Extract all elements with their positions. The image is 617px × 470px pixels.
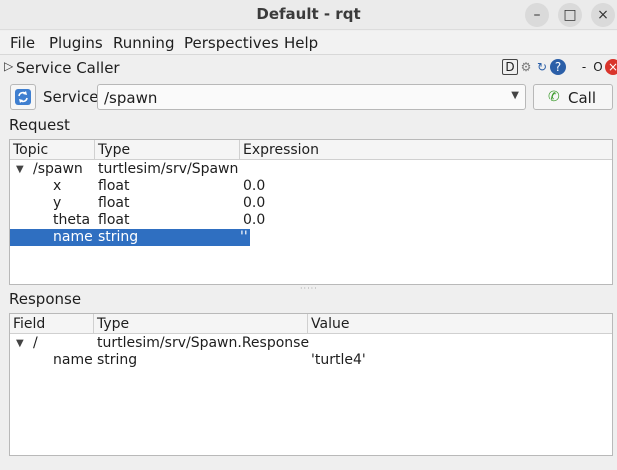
menu-help[interactable]: Help — [284, 34, 318, 52]
request-row-spawn[interactable]: ▼ /spawn turtlesim/srv/Spawn — [10, 161, 612, 178]
type-cell: turtlesim/srv/Spawn.Response — [97, 335, 310, 351]
service-label: Service — [43, 88, 99, 106]
topic-cell: y — [53, 195, 62, 211]
service-combo[interactable]: /spawn ▼ — [97, 84, 526, 110]
request-header: Topic Type Expression — [10, 140, 612, 160]
request-row-name[interactable]: name string '' — [10, 229, 612, 246]
col-topic[interactable]: Topic — [10, 140, 95, 160]
type-cell: float — [98, 195, 130, 211]
topic-cell: theta — [53, 212, 91, 228]
reload-icon[interactable]: ↻ — [534, 59, 550, 75]
col-type[interactable]: Type — [94, 314, 308, 334]
request-row-y[interactable]: y float 0.0 — [10, 195, 612, 212]
dock-close-icon[interactable]: × — [605, 59, 617, 75]
service-combo-value: /spawn — [104, 89, 158, 107]
expand-caret-icon[interactable]: ▼ — [16, 161, 24, 178]
refresh-icon — [15, 89, 31, 105]
dock-title-bar: ▷ Service Caller D ⚙ ↻ ? - O × — [0, 56, 617, 80]
maximize-button[interactable]: □ — [558, 3, 582, 27]
phone-icon: ✆ — [548, 89, 560, 105]
col-expression[interactable]: Expression — [240, 140, 612, 160]
type-cell: string — [97, 352, 138, 368]
topic-cell: /spawn — [33, 161, 83, 177]
splitter-handle[interactable]: ····· — [300, 284, 318, 293]
collapse-arrow-icon[interactable]: ▷ — [4, 59, 13, 73]
response-row-root[interactable]: ▼ / turtlesim/srv/Spawn.Response — [10, 335, 612, 352]
response-header: Field Type Value — [10, 314, 612, 334]
menu-running[interactable]: Running — [113, 34, 174, 52]
expression-cell[interactable]: 0.0 — [243, 195, 265, 212]
col-value[interactable]: Value — [308, 314, 612, 334]
col-field[interactable]: Field — [10, 314, 94, 334]
expand-caret-icon[interactable]: ▼ — [16, 335, 24, 352]
expression-cell[interactable]: 0.0 — [243, 212, 265, 229]
type-cell: string — [98, 229, 139, 245]
close-button[interactable]: × — [591, 3, 615, 27]
menu-file[interactable]: File — [10, 34, 35, 52]
service-row: Service /spawn ▼ ✆ Call — [0, 82, 617, 112]
gear-icon[interactable]: ⚙ — [518, 59, 534, 75]
value-cell: 'turtle4' — [311, 352, 366, 368]
dock-float-button[interactable]: O — [590, 59, 606, 75]
topic-cell: name — [53, 229, 93, 245]
refresh-button[interactable] — [10, 84, 36, 110]
topic-cell: x — [53, 178, 62, 194]
response-row-name[interactable]: name string 'turtle4' — [10, 352, 612, 369]
request-row-theta[interactable]: theta float 0.0 — [10, 212, 612, 229]
type-cell: float — [98, 212, 130, 228]
dock-d-icon[interactable]: D — [502, 59, 518, 75]
call-button-label: Call — [568, 89, 597, 107]
title-bar: Default - rqt – □ × — [0, 0, 617, 30]
help-icon[interactable]: ? — [550, 59, 566, 75]
expression-cell[interactable]: 0.0 — [243, 178, 265, 195]
field-cell: / — [33, 335, 38, 351]
menu-bar: File Plugins Running Perspectives Help — [0, 31, 617, 55]
type-cell: float — [98, 178, 130, 194]
menu-plugins[interactable]: Plugins — [49, 34, 103, 52]
request-row-x[interactable]: x float 0.0 — [10, 178, 612, 195]
response-label: Response — [9, 290, 82, 308]
expression-editor[interactable]: '' — [240, 229, 250, 246]
type-cell: turtlesim/srv/Spawn — [98, 161, 239, 177]
col-type[interactable]: Type — [95, 140, 240, 160]
request-label: Request — [9, 116, 70, 134]
minimize-button[interactable]: – — [525, 3, 549, 27]
menu-perspectives[interactable]: Perspectives — [184, 34, 279, 52]
request-tree[interactable]: Topic Type Expression ▼ /spawn turtlesim… — [9, 139, 613, 285]
chevron-down-icon: ▼ — [511, 90, 519, 101]
response-tree[interactable]: Field Type Value ▼ / turtlesim/srv/Spawn… — [9, 313, 613, 456]
field-cell: name — [53, 352, 93, 368]
call-button[interactable]: ✆ Call — [533, 84, 613, 110]
dock-title: Service Caller — [16, 59, 120, 77]
